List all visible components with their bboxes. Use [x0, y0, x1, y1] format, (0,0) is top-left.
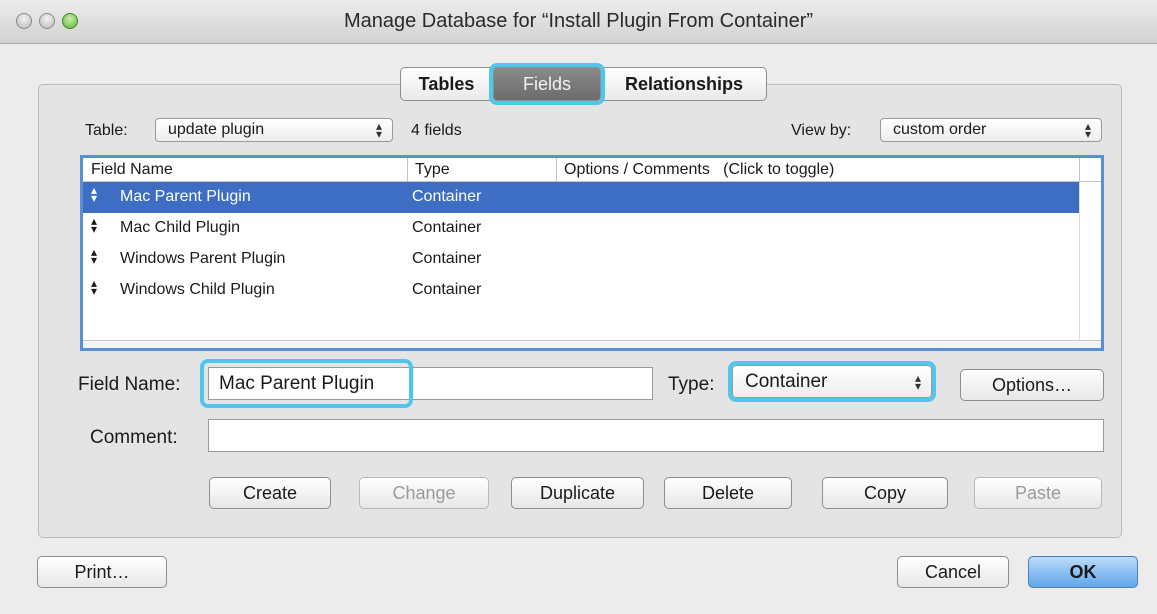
ok-button[interactable]: OK: [1028, 556, 1138, 588]
field-name-focus-ring: [200, 359, 413, 408]
comment-label: Comment:: [90, 427, 178, 448]
viewby-popup[interactable]: custom order ▴ ▾: [880, 118, 1102, 142]
drag-handle-icon[interactable]: ▴ ▾: [91, 215, 97, 235]
vertical-scrollbar[interactable]: [1079, 182, 1101, 348]
row-field-name: Mac Child Plugin: [120, 219, 241, 236]
tab-tables[interactable]: Tables: [400, 67, 493, 101]
row-field-type: Container: [412, 281, 482, 298]
tab-fields[interactable]: Fields: [489, 63, 605, 105]
duplicate-button[interactable]: Duplicate: [511, 477, 644, 509]
updown-arrows-icon: ▴ ▾: [914, 371, 921, 393]
table-row[interactable]: ▴ ▾ Windows Parent Plugin Container: [83, 244, 1079, 275]
viewby-label: View by:: [791, 122, 852, 139]
type-label: Type:: [668, 374, 715, 395]
row-field-type: Container: [412, 188, 482, 205]
column-divider[interactable]: [556, 158, 557, 181]
table-label: Table:: [85, 122, 128, 139]
column-divider[interactable]: [1079, 158, 1080, 181]
row-field-name: Mac Parent Plugin: [120, 188, 251, 205]
delete-button[interactable]: Delete: [664, 477, 792, 509]
drag-handle-icon[interactable]: ▴ ▾: [91, 277, 97, 297]
title-bar: Manage Database for “Install Plugin From…: [0, 0, 1157, 44]
drag-handle-icon[interactable]: ▴ ▾: [91, 184, 97, 204]
field-list[interactable]: Field Name Type Options / Comments (Clic…: [80, 155, 1104, 351]
create-button[interactable]: Create: [209, 477, 331, 509]
column-header-options[interactable]: Options / Comments (Click to toggle): [564, 161, 834, 179]
row-field-type: Container: [412, 219, 482, 236]
column-header-field-name[interactable]: Field Name: [91, 161, 173, 179]
table-row[interactable]: ▴ ▾ Mac Child Plugin Container: [83, 213, 1079, 244]
field-name-label: Field Name:: [78, 374, 181, 395]
updown-arrows-icon: ▴ ▾: [375, 119, 382, 141]
type-popup-value: Container: [745, 370, 828, 392]
table-popup[interactable]: update plugin ▴ ▾: [155, 118, 393, 142]
copy-button[interactable]: Copy: [822, 477, 948, 509]
change-button[interactable]: Change: [359, 477, 489, 509]
row-field-type: Container: [412, 250, 482, 267]
list-footer-bar: [83, 340, 1101, 348]
column-divider[interactable]: [407, 158, 408, 181]
table-row[interactable]: ▴ ▾ Windows Child Plugin Container: [83, 275, 1079, 306]
print-button[interactable]: Print…: [37, 556, 167, 588]
column-header-type[interactable]: Type: [415, 161, 450, 179]
cancel-button[interactable]: Cancel: [897, 556, 1009, 588]
options-button[interactable]: Options…: [960, 369, 1104, 401]
row-field-name: Windows Child Plugin: [120, 281, 275, 298]
paste-button[interactable]: Paste: [974, 477, 1102, 509]
field-name-input[interactable]: Mac Parent Plugin: [200, 359, 653, 408]
field-list-header: Field Name Type Options / Comments (Clic…: [83, 158, 1101, 182]
type-popup[interactable]: Container ▴ ▾: [728, 361, 936, 402]
field-count: 4 fields: [411, 122, 462, 139]
table-row[interactable]: ▴ ▾ Mac Parent Plugin Container: [83, 182, 1079, 213]
updown-arrows-icon: ▴ ▾: [1084, 119, 1091, 141]
comment-input[interactable]: [208, 419, 1104, 452]
drag-handle-icon[interactable]: ▴ ▾: [91, 246, 97, 266]
row-field-name: Windows Parent Plugin: [120, 250, 286, 267]
tab-relationships[interactable]: Relationships: [601, 67, 767, 101]
window-title: Manage Database for “Install Plugin From…: [343, 10, 814, 32]
table-popup-value: update plugin: [168, 121, 265, 138]
tab-bar: Tables Fields Relationships: [400, 63, 767, 105]
viewby-popup-value: custom order: [893, 121, 987, 138]
